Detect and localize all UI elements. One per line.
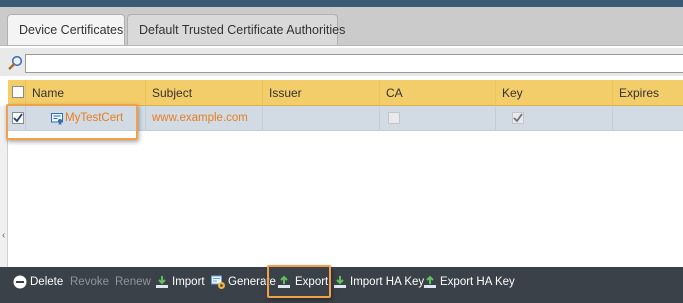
certificates-table: Name Subject Issuer CA Key Expires MyTes… bbox=[0, 80, 683, 268]
cell-key bbox=[495, 106, 612, 131]
left-resize-strip[interactable]: ‹ bbox=[0, 106, 8, 268]
row-select-cell bbox=[8, 106, 25, 131]
column-header-name[interactable]: Name bbox=[25, 80, 145, 106]
export-icon bbox=[278, 275, 290, 288]
cell-issuer bbox=[262, 106, 379, 131]
column-header-key[interactable]: Key bbox=[495, 80, 612, 106]
key-checkbox bbox=[512, 112, 524, 124]
table-header: Name Subject Issuer CA Key Expires bbox=[8, 80, 683, 106]
export-ha-key-button[interactable]: Export HA Key bbox=[423, 267, 515, 297]
cell-name: MyTestCert bbox=[25, 106, 145, 131]
renew-button[interactable]: Renew bbox=[115, 267, 151, 297]
column-header-expires[interactable]: Expires bbox=[612, 80, 683, 106]
cell-ca bbox=[379, 106, 495, 131]
column-header-issuer[interactable]: Issuer bbox=[262, 80, 379, 106]
column-header-subject[interactable]: Subject bbox=[145, 80, 262, 106]
import-button[interactable]: Import bbox=[155, 267, 205, 297]
generate-certificate-icon bbox=[211, 275, 225, 289]
select-all-checkbox[interactable] bbox=[12, 86, 24, 98]
search-bar bbox=[0, 48, 683, 76]
tab-strip: Device Certificates Default Trusted Cert… bbox=[0, 7, 683, 46]
certificate-name-link[interactable]: MyTestCert bbox=[65, 106, 123, 131]
export-ha-key-icon bbox=[424, 275, 436, 288]
select-all-cell bbox=[8, 80, 25, 106]
search-icon[interactable] bbox=[8, 55, 23, 70]
import-icon bbox=[156, 276, 168, 288]
search-input[interactable] bbox=[25, 54, 683, 73]
delete-icon bbox=[13, 275, 27, 289]
import-ha-key-button[interactable]: Import HA Key bbox=[333, 267, 424, 297]
import-ha-key-icon bbox=[334, 276, 346, 288]
tab-content: Name Subject Issuer CA Key Expires MyTes… bbox=[0, 45, 683, 268]
table-row[interactable]: MyTestCert www.example.com bbox=[8, 106, 683, 131]
column-header-ca[interactable]: CA bbox=[379, 80, 495, 106]
checkmark-icon bbox=[513, 113, 523, 123]
checkmark-icon bbox=[13, 113, 23, 123]
cell-subject: www.example.com bbox=[145, 106, 262, 131]
resize-handle-icon: ‹ bbox=[2, 230, 6, 241]
generate-button[interactable]: Generate bbox=[211, 267, 276, 297]
top-bar bbox=[0, 0, 683, 7]
ca-checkbox bbox=[388, 112, 400, 124]
action-toolbar: Delete Revoke Renew Import Generate Expo… bbox=[0, 267, 683, 303]
tab-device-certificates[interactable]: Device Certificates bbox=[7, 14, 125, 46]
delete-button[interactable]: Delete bbox=[13, 267, 63, 297]
certificate-icon bbox=[51, 113, 63, 125]
export-button[interactable]: Export bbox=[277, 267, 328, 297]
row-select-checkbox[interactable] bbox=[12, 112, 24, 124]
tab-default-trusted-certificate-authorities[interactable]: Default Trusted Certificate Authorities bbox=[127, 14, 345, 46]
revoke-button[interactable]: Revoke bbox=[70, 267, 110, 297]
cell-expires bbox=[612, 106, 683, 131]
subject-value: www.example.com bbox=[152, 112, 248, 124]
